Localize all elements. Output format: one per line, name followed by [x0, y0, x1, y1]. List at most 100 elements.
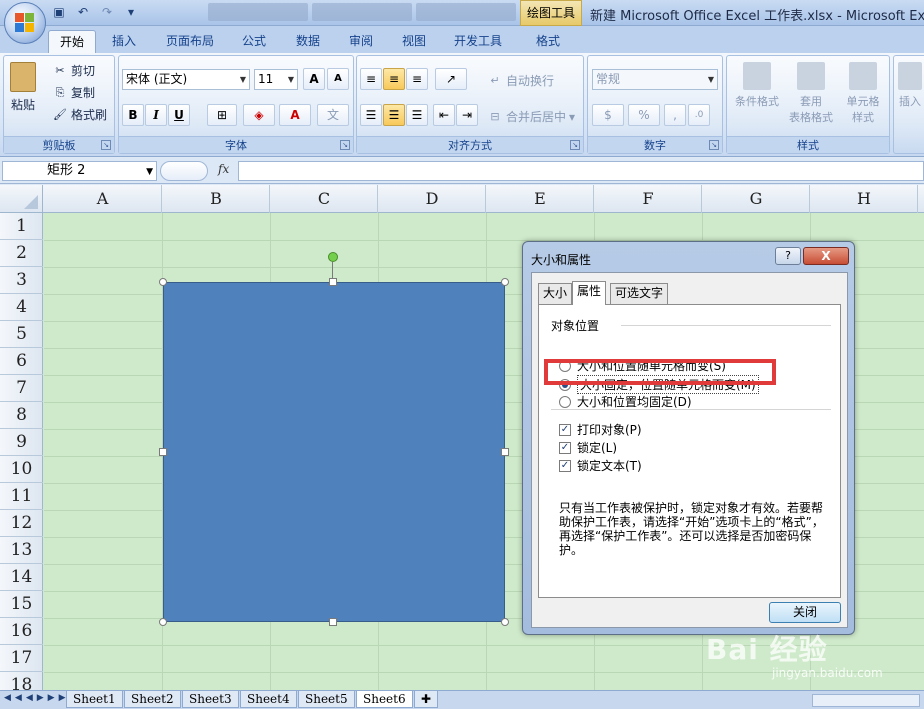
insert-function-icon[interactable]: fx [218, 162, 229, 176]
rectangle-shape[interactable] [163, 282, 505, 622]
tab-alt-text[interactable]: 可选文字 [610, 283, 669, 304]
select-all-button[interactable] [0, 185, 43, 213]
row-header[interactable]: 4 [0, 294, 43, 321]
font-launcher-icon[interactable]: ↘ [340, 140, 350, 150]
formula-input[interactable] [238, 161, 924, 181]
bold-button[interactable]: B [122, 104, 144, 126]
insert-sheet-icon[interactable]: ✚ [414, 691, 438, 708]
tab-view[interactable]: 视图 [394, 30, 434, 53]
increase-font-icon[interactable]: A [303, 68, 325, 90]
row-header[interactable]: 13 [0, 537, 43, 564]
font-size-combo[interactable]: 11 ▼ [254, 69, 298, 90]
row-header[interactable]: 14 [0, 564, 43, 591]
tab-home[interactable]: 开始 [48, 30, 96, 53]
tab-review[interactable]: 审阅 [341, 30, 381, 53]
tab-insert[interactable]: 插入 [104, 30, 144, 53]
row-header[interactable]: 2 [0, 240, 43, 267]
align-middle-icon[interactable]: ≡ [383, 68, 405, 90]
drawing-tools-context-tab[interactable]: 绘图工具 [520, 0, 582, 26]
align-center-icon[interactable]: ☰ [383, 104, 405, 126]
row-header[interactable]: 3 [0, 267, 43, 294]
tab-size[interactable]: 大小 [538, 283, 573, 304]
radio-dont-move-size[interactable]: 大小和位置均固定(D) [559, 393, 692, 410]
row-header[interactable]: 16 [0, 618, 43, 645]
column-header[interactable]: E [487, 185, 594, 213]
row-header[interactable]: 9 [0, 429, 43, 456]
resize-handle[interactable] [329, 278, 337, 286]
column-header[interactable]: D [379, 185, 486, 213]
tab-properties[interactable]: 属性 [572, 281, 607, 305]
resize-handle[interactable] [159, 278, 167, 286]
decrease-font-icon[interactable]: A [327, 68, 349, 90]
tab-formulas[interactable]: 公式 [234, 30, 274, 53]
sheet-tab[interactable]: Sheet1 [66, 691, 123, 708]
sheet-nav-arrows-icon[interactable]: ◀◀◀▶▶▶ [4, 693, 70, 703]
sheet-tab[interactable]: Sheet3 [182, 691, 239, 708]
sheet-tab-active[interactable]: Sheet6 [356, 691, 413, 708]
row-header[interactable]: 10 [0, 456, 43, 483]
resize-handle[interactable] [159, 618, 167, 626]
undo-icon[interactable]: ↶ [74, 4, 92, 20]
format-painter-button[interactable]: 🖌 格式刷 [52, 106, 107, 123]
customize-qat-icon[interactable]: ▾ [122, 4, 140, 20]
row-header[interactable]: 18 [0, 672, 43, 690]
align-top-icon[interactable]: ≡ [360, 68, 382, 90]
row-header[interactable]: 1 [0, 213, 43, 240]
row-header[interactable]: 11 [0, 483, 43, 510]
close-button[interactable]: 关闭 [769, 602, 841, 623]
underline-button[interactable]: U [168, 104, 190, 126]
tab-page-layout[interactable]: 页面布局 [158, 30, 222, 53]
column-header[interactable]: C [271, 185, 378, 213]
number-launcher-icon[interactable]: ↘ [709, 140, 719, 150]
resize-handle[interactable] [329, 618, 337, 626]
italic-button[interactable]: I [145, 104, 167, 126]
row-header[interactable]: 6 [0, 348, 43, 375]
resize-handle[interactable] [501, 618, 509, 626]
increase-indent-icon[interactable]: ⇥ [456, 104, 478, 126]
resize-handle[interactable] [501, 448, 509, 456]
tab-format[interactable]: 格式 [528, 30, 568, 53]
column-header[interactable]: A [44, 185, 162, 213]
column-header[interactable]: B [163, 185, 270, 213]
row-header[interactable]: 5 [0, 321, 43, 348]
column-header[interactable]: F [595, 185, 702, 213]
row-header[interactable]: 12 [0, 510, 43, 537]
align-bottom-icon[interactable]: ≡ [406, 68, 428, 90]
horizontal-scrollbar[interactable] [812, 694, 920, 707]
clipboard-launcher-icon[interactable]: ↘ [101, 140, 111, 150]
name-box[interactable]: 矩形 2 ▼ [2, 161, 157, 181]
row-header[interactable]: 15 [0, 591, 43, 618]
sheet-tab[interactable]: Sheet5 [298, 691, 355, 708]
resize-handle[interactable] [159, 448, 167, 456]
close-icon[interactable]: X [803, 247, 849, 265]
column-header[interactable]: G [703, 185, 810, 213]
decrease-indent-icon[interactable]: ⇤ [433, 104, 455, 126]
resize-handle[interactable] [501, 278, 509, 286]
row-header[interactable]: 8 [0, 402, 43, 429]
sheet-tab[interactable]: Sheet4 [240, 691, 297, 708]
column-header[interactable]: H [811, 185, 918, 213]
save-icon[interactable]: ▣ [50, 4, 68, 20]
tab-data[interactable]: 数据 [288, 30, 328, 53]
row-header[interactable]: 17 [0, 645, 43, 672]
row-header[interactable]: 7 [0, 375, 43, 402]
paste-button[interactable]: 粘贴 [10, 62, 36, 113]
align-left-icon[interactable]: ☰ [360, 104, 382, 126]
orientation-icon[interactable]: ↗ [435, 68, 467, 90]
align-right-icon[interactable]: ☰ [406, 104, 428, 126]
border-icon[interactable]: ⊞ [207, 104, 237, 126]
sheet-tab[interactable]: Sheet2 [124, 691, 181, 708]
office-button[interactable] [4, 2, 46, 44]
tab-developer[interactable]: 开发工具 [446, 30, 510, 53]
font-name-combo[interactable]: 宋体 (正文) ▼ [122, 69, 250, 90]
fill-color-icon[interactable]: ◈ [243, 104, 275, 126]
cut-button[interactable]: ✂ 剪切 [52, 62, 95, 79]
checkbox-lock-text[interactable]: ✓ 锁定文本(T) [559, 457, 642, 474]
alignment-launcher-icon[interactable]: ↘ [570, 140, 580, 150]
rotation-handle[interactable] [328, 252, 338, 262]
font-color-icon[interactable]: A [279, 104, 311, 126]
checkbox-print-object[interactable]: ✓ 打印对象(P) [559, 421, 642, 438]
redo-icon[interactable]: ↷ [98, 4, 116, 20]
copy-button[interactable]: ⎘ 复制 [52, 84, 95, 101]
checkbox-locked[interactable]: ✓ 锁定(L) [559, 439, 617, 456]
